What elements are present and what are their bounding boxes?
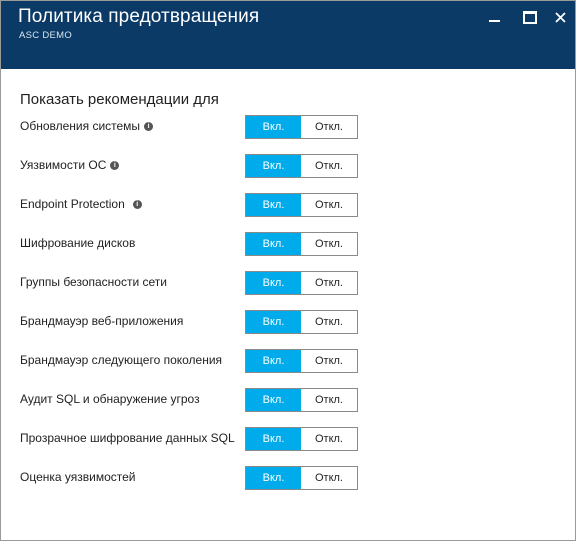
recommendation-row-sql-auditing: Аудит SQL и обнаружение угроз Вкл. Откл. [1,388,575,412]
on-off-toggle: Вкл. Откл. [245,232,358,256]
toggle-on-button[interactable]: Вкл. [246,467,301,489]
recommendation-label: Оценка уязвимостей [20,470,136,484]
blade-content: Показать рекомендации для Обновления сис… [1,69,575,540]
recommendation-label: Прозрачное шифрование данных SQL [20,431,235,445]
toggle-off-button[interactable]: Откл. [301,350,357,372]
recommendation-row-web-app-firewall: Брандмауэр веб-приложения Вкл. Откл. [1,310,575,334]
toggle-off-button[interactable]: Откл. [301,116,357,138]
recommendation-label: Аудит SQL и обнаружение угроз [20,392,200,406]
recommendation-label: Уязвимости ОС [20,158,107,172]
blade-header: Политика предотвращения ASC DEMO [1,1,575,69]
toggle-on-button[interactable]: Вкл. [246,350,301,372]
toggle-off-button[interactable]: Откл. [301,311,357,333]
close-button[interactable] [550,7,570,27]
on-off-toggle: Вкл. Откл. [245,154,358,178]
on-off-toggle: Вкл. Откл. [245,310,358,334]
recommendation-row-disk-encryption: Шифрование дисков Вкл. Откл. [1,232,575,256]
recommendation-label: Шифрование дисков [20,236,136,250]
on-off-toggle: Вкл. Откл. [245,427,358,451]
toggle-on-button[interactable]: Вкл. [246,311,301,333]
recommendation-label: Endpoint Protection [20,197,125,211]
info-icon[interactable]: i [132,199,142,209]
section-title: Показать рекомендации для [20,91,219,108]
on-off-toggle: Вкл. Откл. [245,349,358,373]
blade-title: Политика предотвращения [18,6,260,27]
maximize-icon [523,10,537,24]
recommendation-row-endpoint-protection: Endpoint Protection i Вкл. Откл. [1,193,575,217]
on-off-toggle: Вкл. Откл. [245,115,358,139]
on-off-toggle: Вкл. Откл. [245,271,358,295]
recommendation-row-next-gen-firewall: Брандмауэр следующего поколения Вкл. Отк… [1,349,575,373]
recommendation-label: Группы безопасности сети [20,275,167,289]
toggle-off-button[interactable]: Откл. [301,272,357,294]
blade-subtitle: ASC DEMO [19,30,73,41]
recommendation-row-sql-tde: Прозрачное шифрование данных SQL Вкл. От… [1,427,575,451]
toggle-off-button[interactable]: Откл. [301,194,357,216]
prevention-policy-blade: Политика предотвращения ASC DEMO Показат… [0,0,576,541]
recommendation-row-network-security-groups: Группы безопасности сети Вкл. Откл. [1,271,575,295]
on-off-toggle: Вкл. Откл. [245,466,358,490]
toggle-off-button[interactable]: Откл. [301,428,357,450]
toggle-off-button[interactable]: Откл. [301,155,357,177]
toggle-on-button[interactable]: Вкл. [246,272,301,294]
recommendation-row-os-vulnerabilities: Уязвимости ОС i Вкл. Откл. [1,154,575,178]
toggle-on-button[interactable]: Вкл. [246,233,301,255]
toggle-off-button[interactable]: Откл. [301,389,357,411]
toggle-on-button[interactable]: Вкл. [246,194,301,216]
toggle-on-button[interactable]: Вкл. [246,389,301,411]
minimize-button[interactable] [484,7,504,27]
toggle-on-button[interactable]: Вкл. [246,428,301,450]
recommendation-label: Обновления системы [20,119,141,133]
toggle-off-button[interactable]: Откл. [301,233,357,255]
info-icon[interactable]: i [110,160,120,170]
maximize-button[interactable] [520,7,540,27]
recommendation-label: Брандмауэр веб-приложения [20,314,184,328]
on-off-toggle: Вкл. Откл. [245,193,358,217]
toggle-on-button[interactable]: Вкл. [246,155,301,177]
on-off-toggle: Вкл. Откл. [245,388,358,412]
toggle-off-button[interactable]: Откл. [301,467,357,489]
recommendation-row-vulnerability-assessment: Оценка уязвимостей Вкл. Откл. [1,466,575,490]
recommendation-row-system-updates: Обновления системы i Вкл. Откл. [1,115,575,139]
toggle-on-button[interactable]: Вкл. [246,116,301,138]
info-icon[interactable]: i [144,121,154,131]
recommendation-label: Брандмауэр следующего поколения [20,353,223,367]
minimize-icon [488,20,500,22]
close-icon [554,11,566,23]
